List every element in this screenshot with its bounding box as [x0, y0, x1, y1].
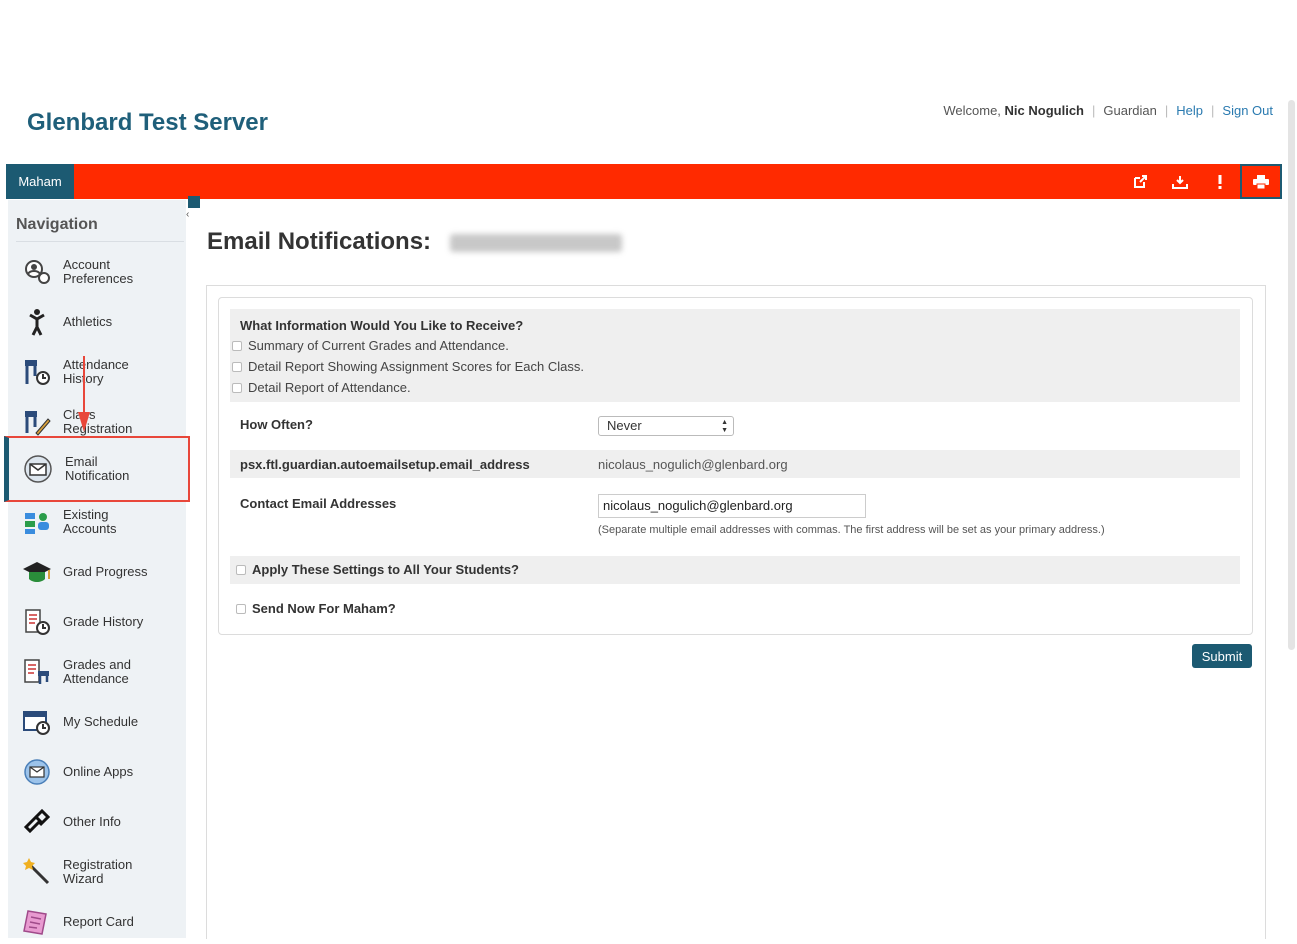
sidebar-item-label: Grad Progress	[63, 564, 148, 579]
option-detail-scores: Detail Report Showing Assignment Scores …	[232, 359, 584, 374]
account-preferences-icon	[20, 255, 54, 289]
navigation-title: Navigation	[16, 216, 98, 233]
attendance-history-icon	[20, 355, 54, 389]
apply-all-option: Apply These Settings to All Your Student…	[236, 562, 519, 577]
how-often-label: How Often?	[240, 417, 313, 432]
auto-email-value: nicolaus_nogulich@glenbard.org	[598, 457, 788, 472]
sidebar-item-existing-accounts[interactable]: Existing Accounts	[8, 500, 186, 544]
grad-progress-icon	[20, 555, 54, 589]
send-now-label: Send Now For Maham?	[252, 601, 396, 616]
sidebar-item-label: Grade History	[63, 614, 144, 629]
welcome-prefix: Welcome,	[943, 103, 1001, 118]
sidebar-item-label: Grades and Attendance	[63, 657, 131, 686]
option-label: Summary of Current Grades and Attendance…	[248, 338, 509, 353]
sidebar-item-other-info[interactable]: Other Info	[8, 800, 186, 844]
sidebar-item-label: Account Preferences	[63, 257, 134, 286]
sidebar-item-grade-history[interactable]: Grade History	[8, 600, 186, 644]
option-summary: Summary of Current Grades and Attendance…	[232, 338, 509, 353]
auto-email-label: psx.ftl.guardian.autoemailsetup.email_ad…	[240, 457, 530, 472]
navigation-divider	[16, 241, 184, 242]
sidebar-item-grades-and-attendance[interactable]: Grades and Attendance	[8, 650, 186, 694]
report-card-icon	[20, 905, 54, 939]
section-title: What Information Would You Like to Recei…	[240, 318, 524, 333]
external-link-icon[interactable]	[1120, 164, 1160, 199]
sidebar-item-online-apps[interactable]: Online Apps	[8, 750, 186, 794]
redacted-student-name	[450, 234, 622, 252]
apply-all-label: Apply These Settings to All Your Student…	[252, 562, 520, 577]
sidebar-item-label: My Schedule	[63, 714, 139, 729]
sidebar-item-label: Online Apps	[63, 764, 134, 779]
download-icon[interactable]	[1160, 164, 1200, 199]
submit-button[interactable]: Submit	[1192, 644, 1252, 668]
option-label: Detail Report of Attendance.	[248, 380, 411, 395]
user-role: Guardian	[1103, 103, 1157, 118]
sign-out-link[interactable]: Sign Out	[1222, 103, 1273, 118]
sidebar-item-label: Email Notification	[65, 454, 130, 483]
detail-attendance-checkbox[interactable]	[232, 382, 242, 393]
sidebar-item-label: Athletics	[63, 314, 113, 329]
detail-scores-checkbox[interactable]	[232, 361, 242, 372]
grades-attendance-icon	[20, 655, 54, 689]
info-options-section: What Information Would You Like to Recei…	[230, 309, 1240, 402]
athletics-icon	[20, 305, 54, 339]
grade-history-icon	[20, 605, 54, 639]
class-registration-icon	[20, 405, 54, 439]
summary-checkbox[interactable]	[232, 340, 242, 351]
apply-all-checkbox[interactable]	[236, 564, 246, 575]
student-bar: Maham	[6, 164, 1282, 199]
registration-wizard-icon	[20, 855, 54, 889]
contact-email-input[interactable]: nicolaus_nogulich@glenbard.org	[598, 494, 866, 518]
sidebar-item-email-notification[interactable]: Email Notification	[4, 436, 190, 502]
option-label: Detail Report Showing Assignment Scores …	[248, 359, 584, 374]
sidebar-item-report-card[interactable]: Report Card	[8, 900, 186, 944]
app-title: Glenbard Test Server	[27, 109, 268, 136]
chevron-left-icon[interactable]: ‹	[186, 209, 189, 220]
select-arrows-icon: ▲ ▼	[721, 419, 728, 434]
student-bar-icons	[1120, 164, 1282, 199]
sidebar-item-my-schedule[interactable]: My Schedule	[8, 700, 186, 744]
alert-icon[interactable]	[1200, 164, 1240, 199]
user-links: Welcome, Nic Nogulich | Guardian | Help | Sign…	[943, 103, 1273, 118]
how-often-select[interactable]: Never ▲ ▼	[598, 416, 734, 436]
contact-email-label: Contact Email Addresses	[240, 496, 397, 511]
annotation-arrow-icon	[78, 356, 90, 432]
how-often-value: Never	[607, 418, 642, 433]
contact-email-hint: (Separate multiple email addresses with …	[598, 524, 1105, 536]
existing-accounts-icon	[20, 505, 54, 539]
page-title: Email Notifications:	[207, 228, 432, 255]
option-detail-attendance: Detail Report of Attendance.	[232, 380, 411, 395]
student-tab[interactable]: Maham	[6, 164, 74, 199]
help-link[interactable]: Help	[1176, 103, 1203, 118]
online-apps-icon	[20, 755, 54, 789]
sidebar-item-athletics[interactable]: Athletics	[8, 300, 186, 344]
sidebar-item-label: Other Info	[63, 814, 121, 829]
send-now-checkbox[interactable]	[236, 603, 246, 614]
my-schedule-icon	[20, 705, 54, 739]
sidebar-item-label: Report Card	[63, 914, 134, 929]
user-name: Nic Nogulich	[1004, 103, 1084, 118]
sidebar-item-attendance-history[interactable]: Attendance History	[8, 350, 186, 394]
sidebar-item-grad-progress[interactable]: Grad Progress	[8, 550, 186, 594]
sidebar-item-registration-wizard[interactable]: Registration Wizard	[8, 850, 186, 894]
email-notification-form: What Information Would You Like to Recei…	[218, 297, 1253, 635]
sidebar-item-label: Registration Wizard	[63, 857, 133, 886]
page-scrollbar[interactable]	[1288, 100, 1295, 650]
email-notification-icon	[21, 452, 55, 486]
send-now-option: Send Now For Maham?	[236, 601, 396, 616]
other-info-icon	[20, 805, 54, 839]
navigation-sidebar: Navigation Account Preferences Athletics…	[4, 200, 190, 938]
print-icon[interactable]	[1240, 164, 1282, 199]
collapse-sidebar-button[interactable]	[188, 196, 200, 208]
sidebar-item-label: Existing Accounts	[63, 507, 117, 536]
sidebar-item-account-preferences[interactable]: Account Preferences	[8, 250, 186, 294]
